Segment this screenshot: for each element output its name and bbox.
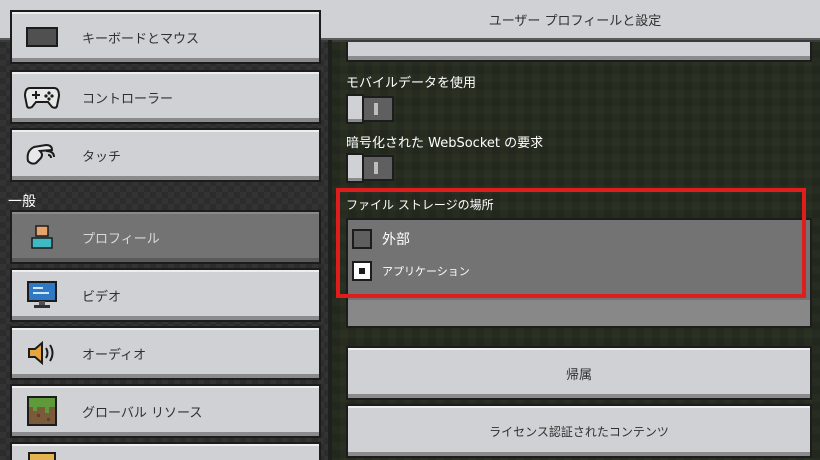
sidebar-item-profile[interactable]: プロフィール [10, 210, 321, 264]
radio-checked-icon [352, 261, 372, 281]
mobile-data-label: モバイルデータを使用 [346, 76, 477, 91]
radio-unchecked-icon [352, 229, 372, 249]
toggle-knob [346, 94, 364, 124]
sidebar-item-keyboard-mouse[interactable]: キーボードとマウス [10, 10, 321, 64]
licensed-content-button[interactable]: ライセンス認証されたコンテンツ [346, 404, 812, 458]
folder-icon [24, 442, 60, 460]
previous-setting-control[interactable] [346, 42, 812, 62]
storage-option-application[interactable]: アプリケーション [352, 261, 470, 281]
speaker-icon [24, 338, 60, 368]
profile-icon [24, 222, 60, 252]
touch-icon [24, 140, 60, 170]
attribution-button[interactable]: 帰属 [346, 346, 812, 400]
toggle-off-mark [374, 162, 378, 174]
sidebar-item-label: キーボードとマウス [82, 31, 200, 47]
toggle-off-mark [374, 103, 378, 115]
radio-label: 外部 [382, 232, 410, 248]
sidebar-item-label: タッチ [82, 149, 122, 165]
mobile-data-toggle[interactable] [346, 94, 394, 124]
sidebar-item-audio[interactable]: オーディオ [10, 326, 321, 380]
sidebar-item-controller[interactable]: コントローラー [10, 70, 321, 124]
monitor-icon [24, 280, 60, 310]
grass-block-icon [24, 396, 60, 426]
sidebar-item-label: ビデオ [82, 289, 122, 305]
sidebar-item-label: グローバル リソース [82, 405, 203, 421]
sidebar-item-label: オーディオ [82, 347, 147, 363]
radio-label: アプリケーション [382, 265, 470, 278]
page-title: ユーザー プロフィールと設定 [488, 14, 662, 29]
sidebar-item-video[interactable]: ビデオ [10, 268, 321, 322]
storage-option-external[interactable]: 外部 [352, 229, 410, 249]
websocket-toggle[interactable] [346, 153, 394, 183]
sidebar-item-label: コントローラー [82, 91, 174, 107]
gamepad-icon [24, 82, 60, 112]
sidebar-item-label: プロフィール [82, 231, 160, 247]
sidebar-item-touch[interactable]: タッチ [10, 128, 321, 182]
storage-group-footer [348, 300, 810, 326]
keyboard-icon [24, 22, 60, 52]
toggle-knob [346, 153, 364, 183]
websocket-label: 暗号化された WebSocket の要求 [346, 136, 544, 151]
section-header-general: 一般 [8, 194, 36, 210]
storage-location-label: ファイル ストレージの場所 [346, 198, 494, 212]
sidebar-item-more[interactable] [10, 442, 321, 460]
sidebar-item-global-resources[interactable]: グローバル リソース [10, 384, 321, 438]
